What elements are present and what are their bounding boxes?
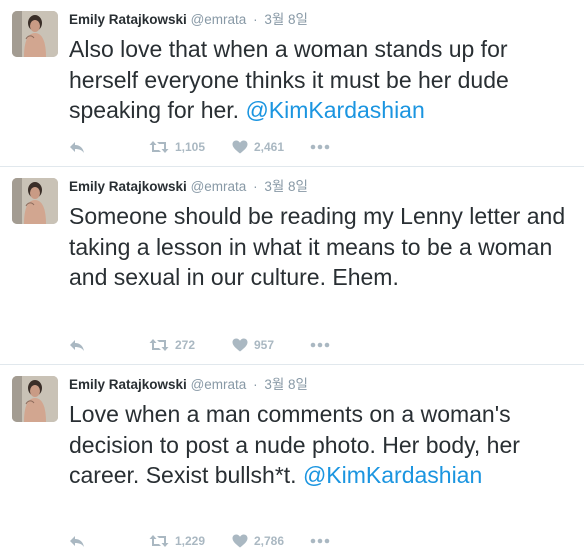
more-button[interactable] (310, 137, 330, 157)
retweet-count: 272 (175, 338, 196, 352)
heart-icon (232, 140, 248, 154)
separator: · (253, 377, 258, 392)
tweet-text: Love when a man comments on a woman's de… (69, 399, 579, 491)
avatar[interactable] (12, 178, 58, 224)
heart-icon (232, 338, 248, 352)
reply-icon (69, 140, 85, 154)
username[interactable]: @emrata (191, 12, 247, 27)
display-name[interactable]: Emily Ratajkowski (69, 179, 187, 194)
tweet[interactable]: Emily Ratajkowski @emrata · 3월 8일 Someon… (0, 167, 584, 365)
tweet-header: Emily Ratajkowski @emrata · 3월 8일 (69, 11, 308, 29)
like-button[interactable]: 2,786 (232, 531, 284, 551)
retweet-icon (149, 140, 169, 154)
tweet-text: Someone should be reading my Lenny lette… (69, 201, 579, 293)
avatar[interactable] (12, 11, 58, 57)
timestamp[interactable]: 3월 8일 (264, 377, 308, 392)
retweet-button[interactable]: 1,229 (149, 531, 205, 551)
display-name[interactable]: Emily Ratajkowski (69, 12, 187, 27)
like-count: 2,461 (254, 140, 285, 154)
retweet-button[interactable]: 272 (149, 335, 195, 355)
retweet-count: 1,229 (175, 534, 206, 548)
tweet-body: Someone should be reading my Lenny lette… (69, 203, 572, 290)
reply-icon (69, 338, 85, 352)
tweet-text: Also love that when a woman stands up fo… (69, 34, 579, 126)
retweet-button[interactable]: 1,105 (149, 137, 205, 157)
username[interactable]: @emrata (191, 377, 247, 392)
like-button[interactable]: 2,461 (232, 137, 284, 157)
avatar[interactable] (12, 376, 58, 422)
heart-icon (232, 534, 248, 548)
like-count: 2,786 (254, 534, 285, 548)
more-button[interactable] (310, 531, 330, 551)
username[interactable]: @emrata (191, 179, 247, 194)
separator: · (253, 12, 258, 27)
retweet-icon (149, 338, 169, 352)
reply-button[interactable] (69, 335, 85, 355)
retweet-icon (149, 534, 169, 548)
reply-button[interactable] (69, 531, 85, 551)
display-name[interactable]: Emily Ratajkowski (69, 377, 187, 392)
more-icon (310, 538, 330, 544)
separator: · (253, 179, 258, 194)
tweet-header: Emily Ratajkowski @emrata · 3월 8일 (69, 376, 308, 394)
reply-icon (69, 534, 85, 548)
tweet[interactable]: Emily Ratajkowski @emrata · 3월 8일 Also l… (0, 0, 584, 167)
retweet-count: 1,105 (175, 140, 206, 154)
more-button[interactable] (310, 335, 330, 355)
like-button[interactable]: 957 (232, 335, 274, 355)
timestamp[interactable]: 3월 8일 (264, 179, 308, 194)
more-icon (310, 342, 330, 348)
tweet[interactable]: Emily Ratajkowski @emrata · 3월 8일 Love w… (0, 365, 584, 550)
mention-link[interactable]: @KimKardashian (303, 462, 482, 488)
reply-button[interactable] (69, 137, 85, 157)
timestamp[interactable]: 3월 8일 (264, 12, 308, 27)
tweet-header: Emily Ratajkowski @emrata · 3월 8일 (69, 178, 308, 196)
like-count: 957 (254, 338, 275, 352)
mention-link[interactable]: @KimKardashian (245, 97, 424, 123)
more-icon (310, 144, 330, 150)
